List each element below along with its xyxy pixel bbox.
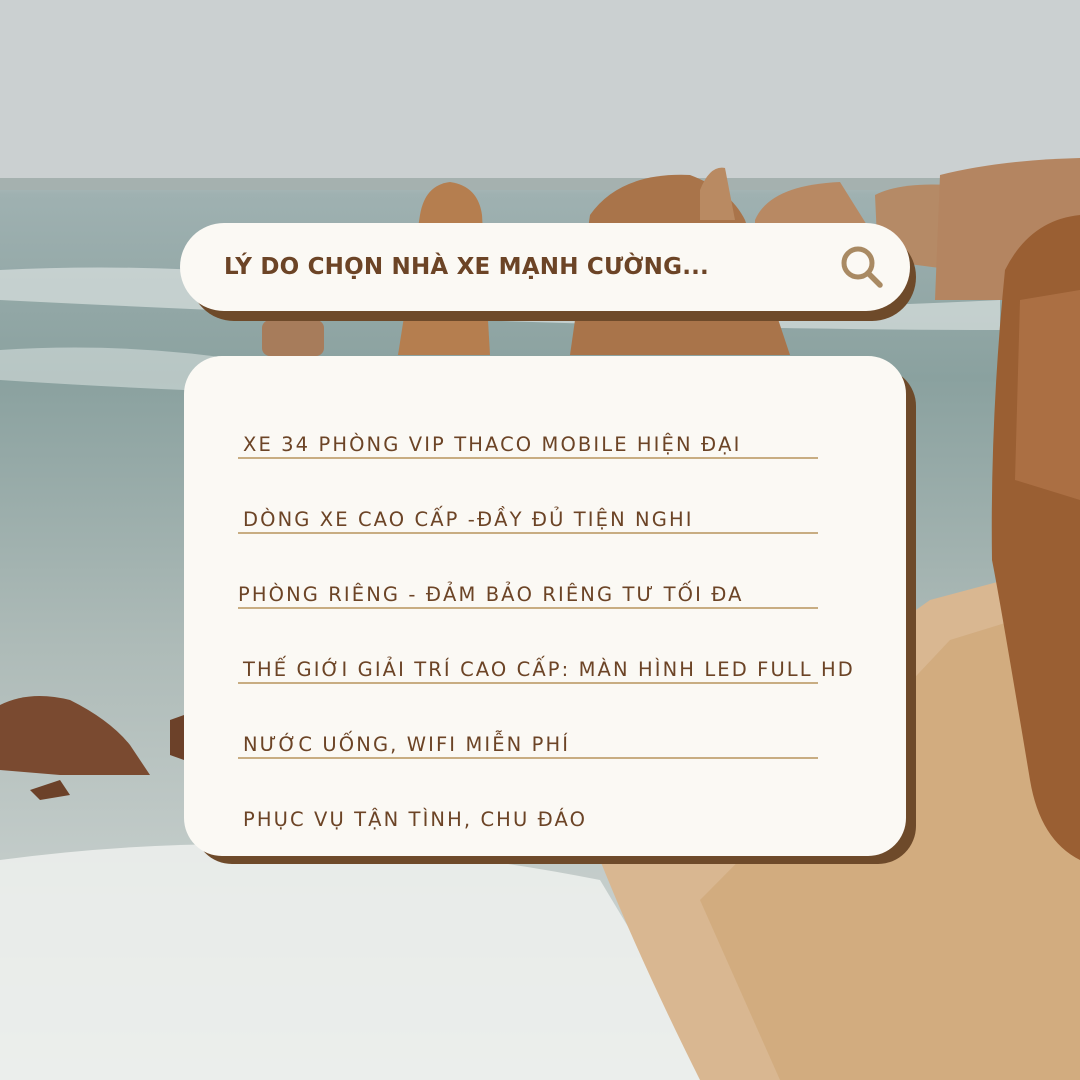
result-item-label: DÒNG XE CAO CẤP -ĐẦY ĐỦ TIỆN NGHI	[243, 508, 694, 531]
result-item-label: PHỤC VỤ TẬN TÌNH, CHU ĐÁO	[243, 808, 588, 831]
search-icon[interactable]	[838, 243, 886, 291]
search-query-text: LÝ DO CHỌN NHÀ XE MẠNH CƯỜNG...	[224, 254, 709, 280]
result-item-label: PHÒNG RIÊNG - ĐẢM BẢO RIÊNG TƯ TỐI ĐA	[238, 583, 744, 606]
result-item[interactable]: DÒNG XE CAO CẤP -ĐẦY ĐỦ TIỆN NGHI	[238, 457, 818, 534]
result-item-label: XE 34 PHÒNG VIP THACO MOBILE HIỆN ĐẠI	[243, 433, 742, 456]
result-item[interactable]: NƯỚC UỐNG, WIFI MIỄN PHÍ	[238, 682, 818, 759]
search-bar[interactable]: LÝ DO CHỌN NHÀ XE MẠNH CƯỜNG...	[180, 223, 910, 311]
result-item-label: NƯỚC UỐNG, WIFI MIỄN PHÍ	[243, 733, 571, 756]
results-panel: XE 34 PHÒNG VIP THACO MOBILE HIỆN ĐẠI DÒ…	[184, 356, 906, 856]
result-item[interactable]: THẾ GIỚI GIẢI TRÍ CAO CẤP: MÀN HÌNH LED …	[238, 607, 853, 684]
result-item[interactable]: PHỤC VỤ TẬN TÌNH, CHU ĐÁO	[238, 757, 818, 832]
result-item-label: THẾ GIỚI GIẢI TRÍ CAO CẤP: MÀN HÌNH LED …	[243, 658, 855, 681]
result-item[interactable]: XE 34 PHÒNG VIP THACO MOBILE HIỆN ĐẠI	[238, 382, 818, 459]
result-item[interactable]: PHÒNG RIÊNG - ĐẢM BẢO RIÊNG TƯ TỐI ĐA	[238, 532, 818, 609]
